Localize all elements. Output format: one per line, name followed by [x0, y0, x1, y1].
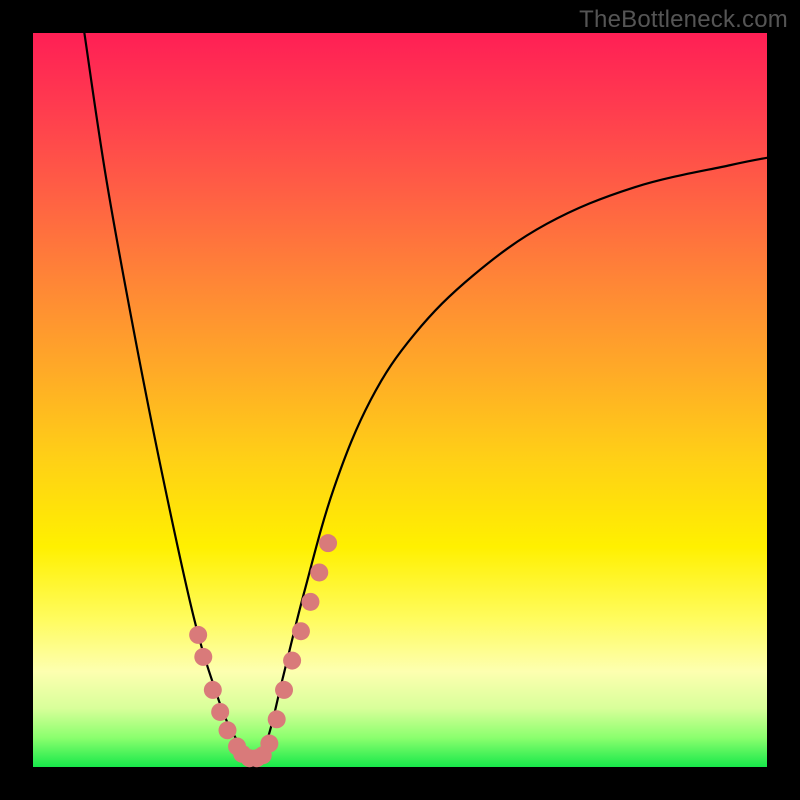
marker-dot: [283, 652, 301, 670]
marker-dot: [292, 622, 310, 640]
marker-dot: [310, 563, 328, 581]
marker-dot: [189, 626, 207, 644]
plot-area: [33, 33, 767, 767]
marker-dot: [204, 681, 222, 699]
marker-dot: [268, 710, 286, 728]
marker-dot: [260, 735, 278, 753]
marker-dot: [275, 681, 293, 699]
marker-dot: [219, 721, 237, 739]
chart-svg: [33, 33, 767, 767]
watermark-text: TheBottleneck.com: [579, 6, 788, 34]
marker-dot: [319, 534, 337, 552]
marker-dot: [301, 593, 319, 611]
right-curve: [253, 158, 767, 767]
marker-dot: [211, 703, 229, 721]
right-curve-path: [253, 158, 767, 767]
left-curve-path: [84, 33, 253, 767]
marker-dots: [189, 534, 337, 767]
left-curve: [84, 33, 253, 767]
marker-dot: [194, 648, 212, 666]
chart-frame: TheBottleneck.com: [0, 0, 800, 800]
